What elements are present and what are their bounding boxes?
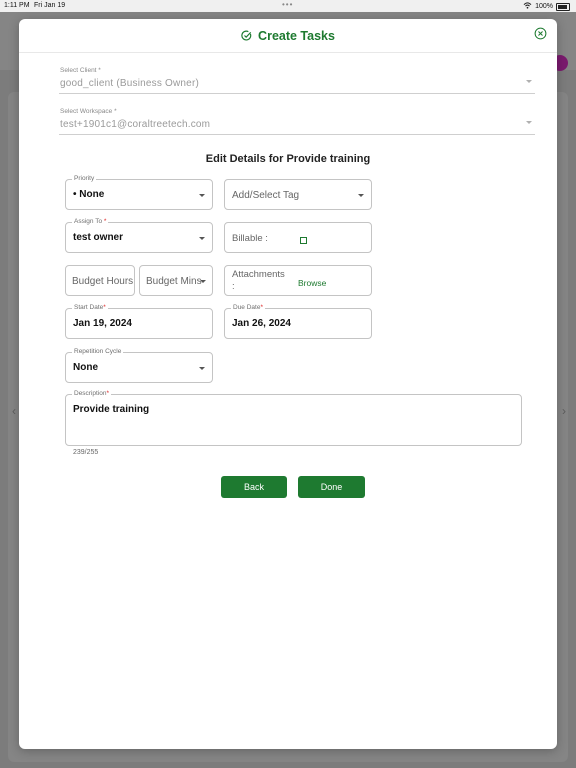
chevron-down-icon: [199, 237, 205, 240]
budget-mins-input[interactable]: Budget Mins: [139, 265, 213, 296]
billable-field: Billable :: [224, 222, 372, 253]
attachments-field: Attachments : Browse: [224, 265, 372, 296]
assign-to-dropdown[interactable]: Assign To * test owner: [65, 218, 213, 253]
battery-percent: 100%: [535, 3, 553, 10]
due-date-value: Jan 26, 2024: [232, 318, 291, 329]
billable-checkbox[interactable]: [300, 237, 307, 244]
chevron-down-icon: [199, 194, 205, 197]
budget-mins-placeholder: Budget Mins: [146, 276, 202, 287]
select-workspace-value: test+1901c1@coraltreetech.com: [60, 119, 211, 130]
done-button[interactable]: Done: [298, 476, 365, 498]
select-client-label: Select Client *: [60, 67, 101, 74]
section-title: Edit Details for Provide training: [205, 153, 371, 165]
modal-title: Create Tasks: [258, 28, 335, 43]
description-label: Description*: [72, 390, 112, 398]
close-icon[interactable]: [534, 27, 547, 40]
attachments-label: Attachments: [232, 269, 285, 280]
status-date: Fri Jan 19: [34, 2, 66, 9]
budget-hours-input[interactable]: Budget Hours: [65, 265, 135, 296]
repetition-cycle-dropdown[interactable]: Repetition Cycle None: [65, 348, 213, 383]
back-button[interactable]: Back: [221, 476, 287, 498]
assign-to-label: Assign To *: [72, 218, 109, 226]
status-bar: 1:11 PM Fri Jan 19 ••• 100%: [0, 0, 576, 12]
tag-placeholder: Add/Select Tag: [232, 190, 300, 201]
create-tasks-modal: Create Tasks Select Client * good_client…: [19, 19, 557, 749]
priority-dropdown[interactable]: Priority • None: [65, 175, 213, 210]
tag-dropdown[interactable]: Add/Select Tag: [224, 179, 372, 210]
attachments-colon: :: [232, 281, 235, 292]
chevron-down-icon: [526, 80, 532, 83]
multitasking-dots-icon[interactable]: •••: [282, 0, 293, 9]
repetition-cycle-value: None: [73, 362, 98, 373]
battery-icon: [556, 2, 570, 11]
wifi-icon: [523, 2, 532, 11]
description-value: Provide training: [73, 404, 150, 415]
billable-label: Billable :: [232, 233, 268, 244]
select-workspace[interactable]: Select Workspace * test+1901c1@coraltree…: [59, 108, 535, 135]
chevron-down-icon: [526, 121, 532, 124]
status-time: 1:11 PM: [4, 2, 30, 9]
select-workspace-label: Select Workspace *: [60, 108, 117, 115]
due-date-label: Due Date*: [231, 304, 265, 312]
budget-hours-placeholder: Budget Hours: [72, 276, 134, 287]
select-client[interactable]: Select Client * good_client (Business Ow…: [59, 67, 535, 94]
chevron-right-icon: ›: [562, 404, 566, 418]
modal-header: Create Tasks: [19, 19, 557, 53]
chevron-down-icon: [200, 280, 206, 283]
chevron-left-icon: ‹: [12, 404, 16, 418]
description-counter: 239/255: [73, 449, 99, 456]
start-date-label: Start Date*: [72, 304, 108, 312]
browse-link[interactable]: Browse: [298, 278, 326, 288]
select-client-value: good_client (Business Owner): [60, 78, 199, 89]
due-date-field[interactable]: Due Date* Jan 26, 2024: [224, 304, 372, 339]
priority-label: Priority: [72, 175, 97, 183]
repetition-cycle-label: Repetition Cycle: [72, 348, 124, 356]
start-date-field[interactable]: Start Date* Jan 19, 2024: [65, 304, 213, 339]
assign-to-value: test owner: [73, 232, 124, 243]
priority-value: • None: [73, 189, 105, 200]
start-date-value: Jan 19, 2024: [73, 318, 132, 329]
status-right: 100%: [523, 2, 570, 11]
chevron-down-icon: [358, 194, 364, 197]
chevron-down-icon: [199, 367, 205, 370]
description-textarea[interactable]: Description* Provide training: [65, 390, 522, 446]
check-circle-icon: [241, 30, 252, 41]
